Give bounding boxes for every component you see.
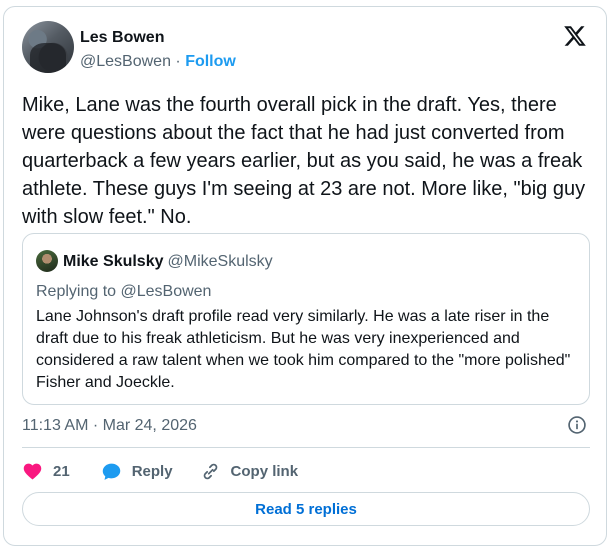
quoted-author-name: Mike Skulsky xyxy=(63,253,164,270)
like-count: 21 xyxy=(53,462,70,480)
quoted-author-avatar xyxy=(36,250,58,272)
quoted-tweet-text: Lane Johnson's draft profile read very s… xyxy=(36,308,571,391)
replying-to: Replying to @LesBowen xyxy=(36,283,212,300)
quoted-author-handle: @MikeSkulsky xyxy=(167,253,273,270)
follow-button[interactable]: Follow xyxy=(185,53,236,70)
speech-bubble-icon xyxy=(102,463,120,480)
tweet-timestamp[interactable]: 11:13 AM · Mar 24, 2026 xyxy=(22,417,197,435)
copy-link-label: Copy link xyxy=(230,462,299,480)
reply-label: Reply xyxy=(131,462,173,480)
author-avatar[interactable] xyxy=(22,21,74,73)
tweet-text: Mike, Lane was the fourth overall pick i… xyxy=(22,94,586,228)
link-icon xyxy=(203,463,217,479)
read-replies-button[interactable]: Read 5 replies xyxy=(22,492,590,526)
reply-button[interactable]: Reply xyxy=(101,461,173,482)
info-icon[interactable] xyxy=(567,415,587,435)
divider xyxy=(22,447,590,448)
copy-link-button[interactable]: Copy link xyxy=(200,461,299,482)
author-name[interactable]: Les Bowen xyxy=(80,29,164,47)
author-handle[interactable]: @LesBowen xyxy=(80,53,171,70)
like-button[interactable]: 21 xyxy=(22,461,70,482)
heart-icon xyxy=(23,463,42,480)
handle-separator: · xyxy=(170,53,186,70)
x-logo-icon[interactable] xyxy=(563,24,587,48)
quoted-author-row: Mike Skulsky @MikeSkulsky xyxy=(63,253,273,271)
quoted-tweet[interactable]: Mike Skulsky @MikeSkulsky Replying to @Le… xyxy=(22,233,590,405)
tweet-card: Les Bowen @LesBowen · Follow Mike, Lane … xyxy=(3,6,607,546)
action-bar: 21 Reply Copy link xyxy=(22,459,298,483)
author-handle-row: @LesBowen · Follow xyxy=(80,53,236,71)
